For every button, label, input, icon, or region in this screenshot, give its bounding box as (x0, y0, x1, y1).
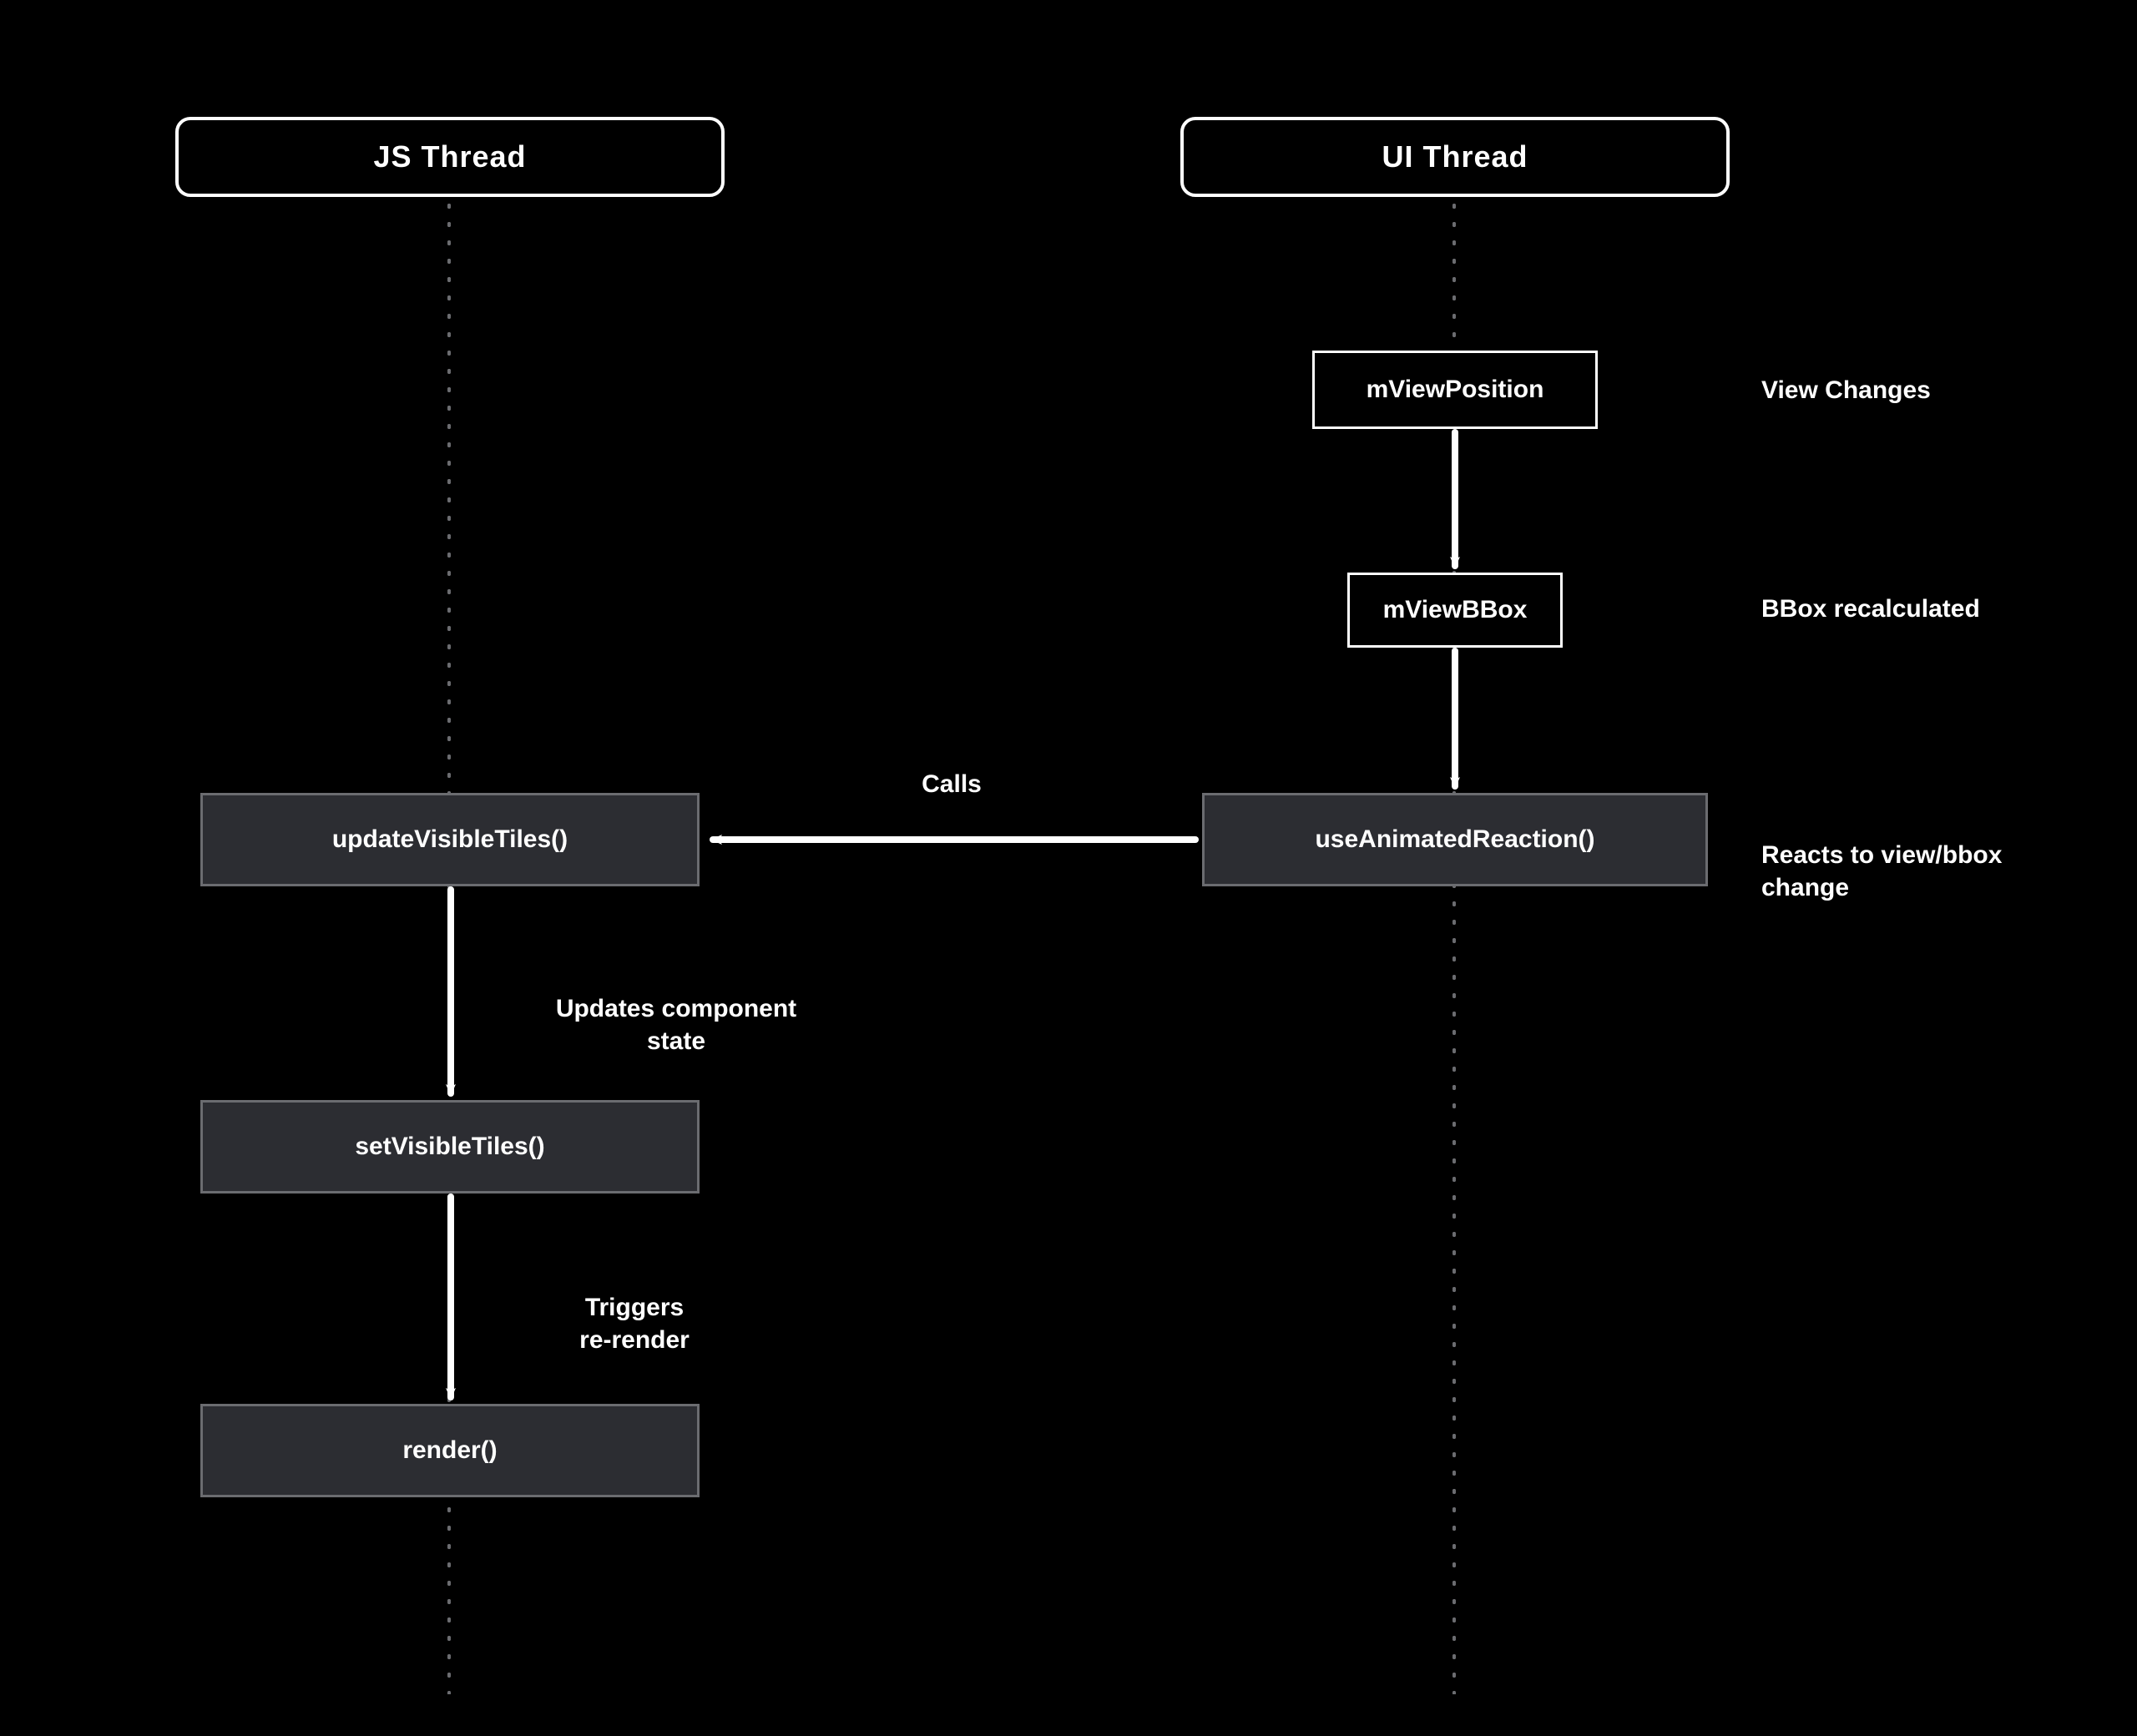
node-mviewbbox: mViewBBox (1347, 573, 1563, 648)
node-setvisibletiles: setVisibleTiles() (200, 1100, 700, 1194)
node-mviewposition: mViewPosition (1312, 351, 1598, 429)
edge-label-updates-state: Updates component state (501, 960, 851, 1057)
edge-label-triggers-rerender: Triggers re-render (501, 1259, 768, 1356)
node-useanimatedreaction: useAnimatedReaction() (1202, 793, 1708, 886)
annotation-bbox-recalculated: BBox recalculated (1761, 593, 1980, 625)
edge-label-calls-text: Calls (922, 770, 982, 798)
node-useanimatedreaction-label: useAnimatedReaction() (1315, 825, 1594, 854)
edge-label-updates-state-text: Updates component state (556, 995, 796, 1055)
annotation-bbox-recalculated-text: BBox recalculated (1761, 595, 1980, 623)
lane-header-js-label: JS Thread (373, 139, 526, 174)
edge-label-triggers-rerender-text: Triggers re-render (579, 1294, 690, 1354)
node-updatevisibletiles: updateVisibleTiles() (200, 793, 700, 886)
node-mviewposition-label: mViewPosition (1367, 376, 1544, 404)
node-render-label: render() (402, 1436, 497, 1465)
node-mviewbbox-label: mViewBBox (1383, 596, 1528, 624)
diagram-canvas: JS Thread UI Thread mViewPosition mViewB… (0, 0, 2137, 1736)
annotation-reacts-to-change-text: Reacts to view/bbox change (1761, 841, 2002, 901)
node-setvisibletiles-label: setVisibleTiles() (355, 1133, 544, 1161)
edge-label-calls: Calls (835, 768, 1068, 800)
node-render: render() (200, 1404, 700, 1497)
lane-header-js: JS Thread (175, 117, 725, 197)
annotation-view-changes-text: View Changes (1761, 376, 1931, 404)
annotation-view-changes: View Changes (1761, 374, 1931, 406)
annotation-reacts-to-change: Reacts to view/bbox change (1761, 806, 2002, 904)
lane-header-ui: UI Thread (1180, 117, 1730, 197)
node-updatevisibletiles-label: updateVisibleTiles() (332, 825, 568, 854)
lane-header-ui-label: UI Thread (1382, 139, 1528, 174)
